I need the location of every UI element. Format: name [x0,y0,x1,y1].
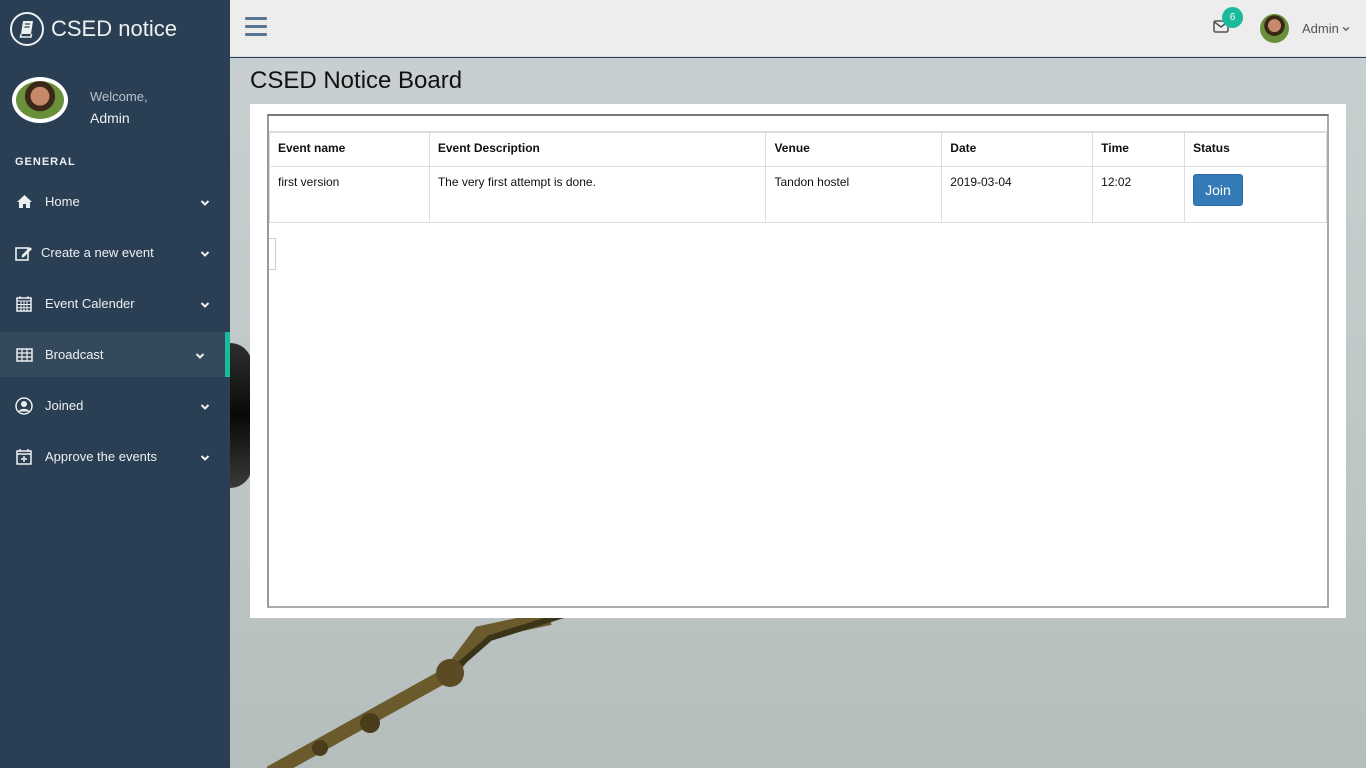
events-table: Event name Event Description Venue Date … [269,132,1327,223]
chevron-down-icon [200,451,210,466]
column-header: Status [1184,132,1327,167]
chevron-down-icon [1343,26,1350,32]
sidebar-item-event-calender[interactable]: Event Calender [0,278,230,329]
message-count-badge: 6 [1222,7,1243,28]
book-icon [10,11,44,46]
sidebar-item-label: Create a new event [41,245,154,260]
sidebar: CSED notice Welcome, Admin GENERAL Home … [0,0,230,768]
column-header: Date [941,132,1094,167]
event-description-cell: The very first attempt is done. [428,166,767,223]
notice-board-panel: Event name Event Description Venue Date … [250,104,1346,618]
user-avatar[interactable] [1260,14,1289,43]
table-row: first version The very first attempt is … [269,166,1327,223]
edit-icon [15,244,33,262]
column-header: Event Description [428,132,767,167]
table-header-row: Event name Event Description Venue Date … [269,132,1327,167]
welcome-text: Welcome, [90,89,148,104]
avatar [12,77,68,123]
chevron-down-icon [200,196,210,211]
column-header: Event name [269,132,430,167]
time-cell: 12:02 [1092,166,1186,223]
chevron-down-icon [200,247,210,262]
home-icon [15,193,33,211]
venue-cell: Tandon hostel [765,166,943,223]
sidebar-item-home[interactable]: Home [0,176,230,227]
sidebar-item-joined[interactable]: Joined [0,380,230,431]
page-title: CSED Notice Board [250,67,463,94]
top-navbar: 6 Admin [230,0,1366,57]
profile-name: Admin [90,110,130,126]
sidebar-item-label: Joined [45,398,84,413]
sidebar-item-broadcast[interactable]: Broadcast [0,332,230,377]
section-title: GENERAL [15,156,76,168]
brand-title: CSED notice [51,15,177,41]
calendar-icon [15,295,33,313]
chevron-down-icon [200,400,210,415]
user-circle-icon [15,396,33,415]
background-ornament [266,613,571,768]
sidebar-item-approve-events[interactable]: Approve the events [0,431,230,482]
main-content: CSED Notice Board Event name Event Descr… [230,58,1366,768]
sidebar-item-create-event[interactable]: Create a new event [0,227,230,278]
calendar-plus-icon [15,448,33,466]
sidebar-menu: Home Create a new event Event Calender B… [0,176,230,482]
join-button[interactable]: Join [1193,174,1243,206]
sidebar-item-label: Approve the events [45,449,158,464]
sidebar-item-label: Home [45,194,80,209]
event-name-cell: first version [269,166,430,223]
date-cell: 2019-03-04 [941,166,1094,223]
background-image-object [230,343,252,488]
notice-frame: Event name Event Description Venue Date … [267,114,1329,608]
column-header: Time [1092,132,1186,167]
profile: Welcome, Admin [0,57,230,142]
brand[interactable]: CSED notice [0,0,230,57]
sidebar-item-label: Broadcast [45,347,104,362]
menu-toggle-icon[interactable] [245,17,267,39]
chevron-down-icon [200,298,210,313]
user-menu[interactable]: Admin [1302,21,1350,36]
sidebar-item-label: Event Calender [45,296,135,311]
status-cell: Join [1184,166,1327,223]
user-name: Admin [1302,21,1339,36]
table-icon [15,346,33,364]
scroll-handle[interactable] [269,238,276,270]
chevron-down-icon [195,349,205,364]
column-header: Venue [765,132,943,167]
